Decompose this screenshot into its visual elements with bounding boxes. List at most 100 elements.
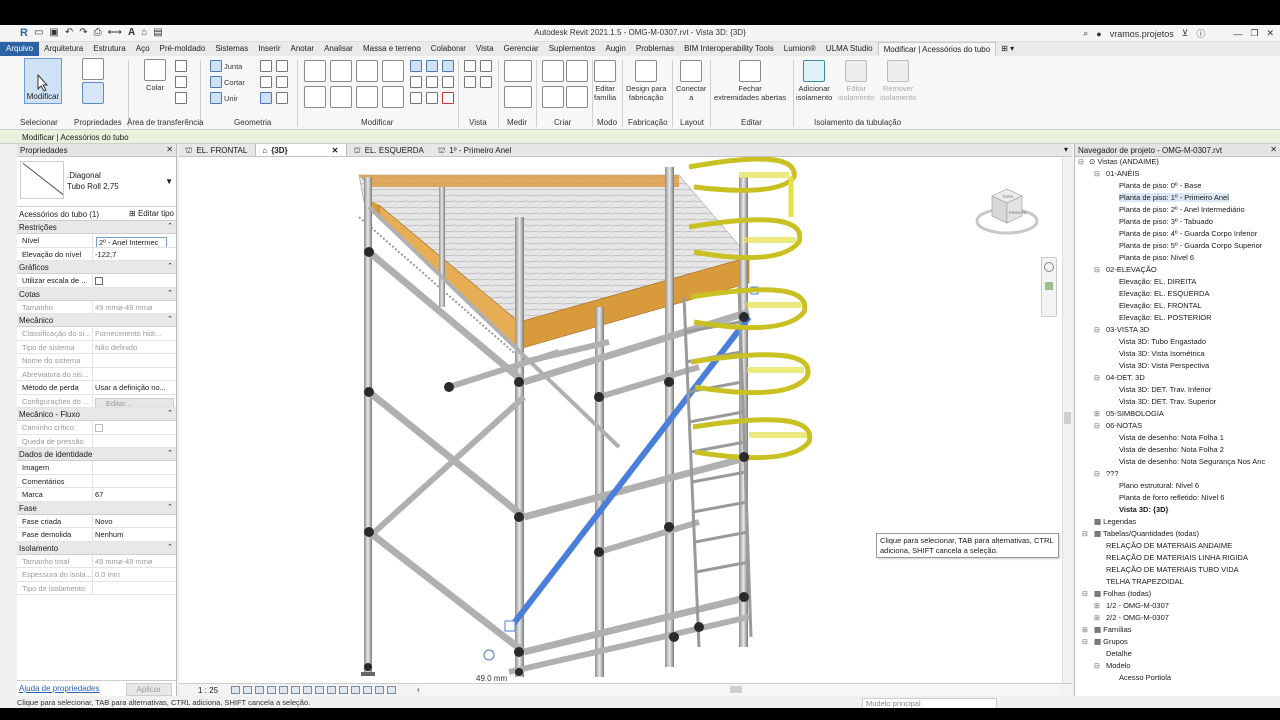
geometry-tool-1-icon[interactable] [260,60,272,72]
browser-item[interactable]: Elevação: EL. ESQUERDA [1119,289,1209,298]
zoom-icon[interactable] [1045,282,1053,290]
expand-icon[interactable]: ⊞ [1082,626,1088,634]
measure-icon[interactable]: ⟷ [108,27,122,39]
property-value[interactable]: 67 [93,488,176,501]
scaffold-model[interactable]: 49.0 mm [179,157,1065,683]
split-gap-icon[interactable] [426,60,438,72]
menu-tab-9[interactable]: Massa e terreno [358,42,426,56]
collapse-icon[interactable]: ⌃ [167,289,173,297]
analytical-model-icon[interactable] [363,686,372,694]
temporary-hide-icon[interactable] [327,686,336,694]
mirror-draw-icon[interactable] [382,60,404,82]
delete-icon[interactable] [442,92,454,104]
reveal-constraints-icon[interactable] [387,686,396,694]
menu-tab-3[interactable]: Aço [131,42,155,56]
paste-button[interactable]: Colar [144,59,166,92]
property-value[interactable]: 49 mmø-49 mmø [93,555,176,568]
apply-button[interactable]: Aplicar [125,683,172,696]
vertical-scrollbar[interactable] [1062,157,1072,683]
geometry-tool-4-icon[interactable] [276,76,288,88]
browser-item[interactable]: TELHA TRAPEZOIDAL [1106,577,1184,586]
property-value[interactable]: Usar a definição no... [93,381,176,394]
checkbox[interactable] [95,277,103,285]
rotate-icon[interactable] [356,86,378,108]
unjoin-icon[interactable] [210,92,222,104]
browser-item[interactable]: RELAÇÃO DE MATERIAIS ANDAIME [1106,541,1232,550]
browser-item[interactable]: ▦ Grupos [1094,637,1128,646]
menu-tab-4[interactable]: Pré-moldado [155,42,211,56]
browser-item[interactable]: Vista 3D: Vista Perspectiva [1119,361,1209,370]
view-tool-3-icon[interactable] [464,76,476,88]
menu-tab-17[interactable]: Lumion® [779,42,821,56]
cart-icon[interactable]: ⊻ [1182,28,1189,39]
properties-button[interactable] [82,58,104,106]
copy-element-icon[interactable] [330,86,352,108]
property-group[interactable]: Dados de identidade ⌃ [17,448,176,461]
property-value[interactable] [93,435,176,448]
property-value[interactable] [93,421,176,434]
browser-item[interactable]: 06-NOTAS [1106,421,1142,430]
browser-item[interactable]: Planta de piso: 0º - Base [1119,181,1201,190]
unite-label[interactable]: Unir [224,94,238,103]
browser-item[interactable]: 05-SIMBOLOGIA [1106,409,1164,418]
active-model-field[interactable]: Modelo principal [862,698,997,708]
browser-item[interactable]: 2/2 - OMG-M-0307 [1106,613,1169,622]
design-fabrication-button[interactable]: Design para fabricação [626,60,666,102]
crop-view-icon[interactable] [291,686,300,694]
trim-icon[interactable] [382,86,404,108]
render-icon[interactable] [279,686,288,694]
create-group-icon[interactable] [566,60,588,82]
dimension-label[interactable]: 49.0 mm [476,674,507,683]
menu-tab-7[interactable]: Anotar [285,42,319,56]
selected-diagonal-pipe[interactable] [508,315,752,629]
menu-tab-18[interactable]: ULMA Studio [821,42,878,56]
create-parts-icon[interactable] [542,86,564,108]
browser-item[interactable]: 01-ANÉIS [1106,169,1139,178]
reveal-hidden-icon[interactable] [339,686,348,694]
browser-item[interactable]: RELAÇÃO DE MATERIAIS TUBO VIDA [1106,565,1239,574]
browser-item[interactable]: Planta de forro refletido: Nível 6 [1119,493,1224,502]
dimension-lock-icon[interactable] [483,649,495,661]
remove-insulation-button[interactable]: Remover isolamento [880,60,916,102]
open-icon[interactable]: ▭ [34,27,43,39]
browser-item[interactable]: Planta de piso: 3º - Tabuado [1119,217,1213,226]
horizontal-scrollbar[interactable] [420,684,1060,695]
property-group[interactable]: Fase ⌃ [17,501,176,515]
property-group[interactable]: Isolamento ⌃ [17,541,176,555]
collapse-icon[interactable]: ⌃ [167,315,173,323]
view-tab[interactable]: ⛫ EL. ESQUERDA [347,144,432,156]
hscroll-thumb[interactable] [730,686,742,693]
split-icon[interactable] [410,60,422,72]
collapse-icon[interactable]: ⌃ [167,449,173,457]
browser-item[interactable]: Elevação: EL. DIREITA [1119,277,1196,286]
browser-item[interactable]: Planta de piso: 1º - Primeiro Anel [1119,193,1229,202]
close-icon[interactable]: ✕ [1270,145,1277,154]
user-icon[interactable]: ● [1096,29,1101,39]
collapse-icon[interactable]: ⊟ [1082,590,1088,598]
selection-grip[interactable] [504,620,516,632]
menu-tab-14[interactable]: Augin [600,42,630,56]
browser-item[interactable]: 04-DET. 3D [1106,373,1145,382]
worksharing-icon[interactable] [351,686,360,694]
property-value[interactable] [93,582,176,595]
browser-item[interactable]: ▦ Legendas [1094,517,1136,526]
close-button[interactable]: ✕ [1266,28,1274,39]
cut-geometry-icon[interactable] [210,76,222,88]
browser-item[interactable]: Vista de desenho: Nota Folha 1 [1119,433,1224,442]
close-icon[interactable]: ✕ [166,145,173,154]
revit-logo[interactable]: R [20,27,28,39]
expand-icon[interactable]: ⊞ [1094,602,1100,610]
scale-icon[interactable] [442,60,454,72]
detail-level-icon[interactable] [231,686,240,694]
collapse-icon[interactable]: ⊟ [1094,170,1100,178]
edit-type-button[interactable]: ⊞ Editar tipo [129,209,174,218]
view-tool-1-icon[interactable] [464,60,476,72]
modify-button[interactable]: Modificar [24,58,62,104]
view-tool-2-icon[interactable] [480,60,492,72]
property-group[interactable]: Gráficos ⌃ [17,261,176,274]
menu-tab-0[interactable]: Arquivo [0,42,40,56]
unlocked-view-icon[interactable] [315,686,324,694]
close-icon[interactable]: ✕ [332,146,339,156]
views-root[interactable]: ⊙ Vistas (ANDAIME) [1089,157,1159,166]
property-value[interactable]: 0,0 mm [93,568,176,581]
